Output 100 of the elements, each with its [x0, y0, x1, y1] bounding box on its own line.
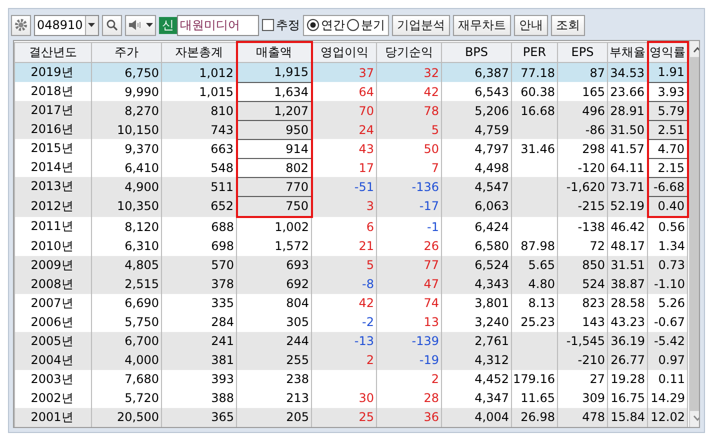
table-cell: -1,620	[558, 177, 608, 196]
column-header[interactable]: 부채율	[608, 42, 648, 62]
table-cell: 52.19	[608, 196, 648, 216]
table-cell: 4,498	[442, 158, 512, 177]
table-cell: 7	[376, 158, 442, 177]
table-cell: 393	[162, 370, 236, 388]
table-row[interactable]: 2003년 7,680 393 238 2 4,452 179.16 27 19.28 0.11	[14, 370, 688, 388]
table-cell: 179.16	[512, 370, 558, 388]
table-cell: 4,347	[442, 388, 512, 408]
table-cell: 16.68	[512, 101, 558, 120]
table-cell: 6,750	[92, 62, 162, 82]
table-cell: 4,805	[92, 256, 162, 274]
table-cell: 19.28	[608, 370, 648, 388]
table-row[interactable]: 2015년 9,370 663 914 43 50 4,797 31.46 298 41.57 4.70	[14, 139, 688, 158]
table-cell: 6,410	[92, 158, 162, 177]
table-cell: 5.26	[648, 294, 688, 312]
table-row[interactable]: 2012년 10,350 652 750 3 -17 6,063 -215 52.19 0.40	[14, 196, 688, 216]
table-cell: 4,759	[442, 120, 512, 139]
table-cell: 3	[312, 196, 376, 216]
table-cell: 17	[312, 158, 376, 177]
table-cell: 2002년	[14, 388, 92, 408]
table-row[interactable]: 2002년 5,720 388 213 30 28 4,347 11.65 309 16.75 14.29	[14, 388, 688, 408]
column-header[interactable]: 주가	[92, 42, 162, 62]
table-row[interactable]: 2001년 20,500 365 205 25 36 4,004 26.98 478 15.84 12.02	[14, 408, 688, 426]
table-cell: -2	[312, 312, 376, 332]
table-cell: 1.34	[648, 236, 688, 256]
table-cell: 2008년	[14, 274, 92, 294]
table-cell: 42	[312, 294, 376, 312]
table-cell: 914	[236, 139, 312, 158]
table-cell: -13	[312, 332, 376, 350]
table-cell: 1,207	[236, 101, 312, 120]
table-cell: 46.42	[608, 216, 648, 236]
table-cell: 8,120	[92, 216, 162, 236]
table-cell: 143	[558, 312, 608, 332]
table-row[interactable]: 2017년 8,270 810 1,207 70 78 5,206 16.68 496 28.91 5.79	[14, 101, 688, 120]
table-cell: 750	[236, 196, 312, 216]
table-cell: 2.51	[648, 120, 688, 139]
table-cell: 298	[558, 139, 608, 158]
toolbar-button[interactable]: 조회	[550, 14, 585, 36]
table-cell: 663	[162, 139, 236, 158]
column-header[interactable]: 자본총계	[162, 42, 236, 62]
table-row[interactable]: 2016년 10,150 743 950 24 5 4,759 -86 31.50 2.51	[14, 120, 688, 139]
table-row[interactable]: 2009년 4,805 570 693 5 77 6,524 5.65 850 31.51 0.73	[14, 256, 688, 274]
column-header[interactable]: PER	[512, 42, 558, 62]
column-header[interactable]: 영익률	[648, 42, 688, 62]
table-cell: 2016년	[14, 120, 92, 139]
table-cell: 43.23	[608, 312, 648, 332]
code-combo[interactable]: 048910	[34, 14, 99, 36]
table-cell: 3,801	[442, 294, 512, 312]
table-row[interactable]: 2008년 2,515 378 692 -8 47 4,343 4.80 524 38.87 -1.10	[14, 274, 688, 294]
table-cell: -0.67	[648, 312, 688, 332]
column-header[interactable]: 영업이익	[312, 42, 376, 62]
table-row[interactable]: 2011년 8,120 688 1,002 6 -1 6,424 -138 46.42 0.56	[14, 216, 688, 236]
toolbar-button[interactable]: 안내	[514, 14, 548, 36]
toolbar-button[interactable]: 기업분석	[392, 14, 450, 36]
column-header[interactable]: 당기순익	[376, 42, 442, 62]
table-cell: 6,387	[442, 62, 512, 82]
table-cell: -17	[376, 196, 442, 216]
table-row[interactable]: 2013년 4,900 511 770 -51 -136 4,547 -1,620 73.71 -6.68	[14, 177, 688, 196]
table-row[interactable]: 2006년 5,750 284 305 -2 13 3,240 25.23 143 43.23 -0.67	[14, 312, 688, 332]
table-row[interactable]: 2010년 6,310 698 1,572 21 26 6,580 87.98 72 48.17 1.34	[14, 236, 688, 256]
table-cell: 31.50	[608, 120, 648, 139]
table-cell: -1.10	[648, 274, 688, 294]
table-cell: 5.79	[648, 101, 688, 120]
table-cell: 26.98	[512, 408, 558, 426]
table-cell: -51	[312, 177, 376, 196]
table-cell: 5.65	[512, 256, 558, 274]
table-cell: 2005년	[14, 332, 92, 350]
table-row[interactable]: 2018년 9,990 1,015 1,634 64 42 6,543 60.38 165 23.66 3.93	[14, 82, 688, 101]
table-cell: -1,545	[558, 332, 608, 350]
table-cell: 73.71	[608, 177, 648, 196]
table-row[interactable]: 2019년 6,750 1,012 1,915 37 32 6,387 77.18 87 34.53 1.91	[14, 62, 688, 82]
table-cell: 2015년	[14, 139, 92, 158]
table-cell: 2011년	[14, 216, 92, 236]
column-header[interactable]: BPS	[442, 42, 512, 62]
checkbox-label: 추정	[276, 16, 300, 34]
column-header[interactable]: 매출액	[236, 42, 312, 62]
table-cell: 2,515	[92, 274, 162, 294]
table-cell: 4,797	[442, 139, 512, 158]
table-cell: 4,900	[92, 177, 162, 196]
table-cell: 1,572	[236, 236, 312, 256]
column-header[interactable]: EPS	[558, 42, 608, 62]
table-cell: 2010년	[14, 236, 92, 256]
table-cell: 511	[162, 177, 236, 196]
table-cell: 496	[558, 101, 608, 120]
table-row[interactable]: 2005년 6,700 241 244 -13 -139 2,761 -1,545 36.19 -5.42	[14, 332, 688, 350]
toolbar-button[interactable]: 재무차트	[452, 14, 511, 36]
table-cell: 37	[312, 62, 376, 82]
table-cell: 34.53	[608, 62, 648, 82]
column-header[interactable]: 결산년도	[14, 42, 92, 62]
table-cell: 2007년	[14, 294, 92, 312]
table-row[interactable]: 2007년 6,690 335 804 42 74 3,801 8.13 823 28.58 5.26	[14, 294, 688, 312]
table-cell: 16.75	[608, 388, 648, 408]
table-cell: 25	[312, 408, 376, 426]
name-field[interactable]: 대원미디어	[176, 14, 259, 36]
table-row[interactable]: 2004년 4,000 381 255 2 -19 4,312 -210 26.77 0.97	[14, 350, 688, 370]
table-row[interactable]: 2014년 6,410 548 802 17 7 4,498 -120 64.11 2.15	[14, 158, 688, 177]
table-cell: 692	[236, 274, 312, 294]
table-cell: 950	[236, 120, 312, 139]
table-cell: 13	[376, 312, 442, 332]
